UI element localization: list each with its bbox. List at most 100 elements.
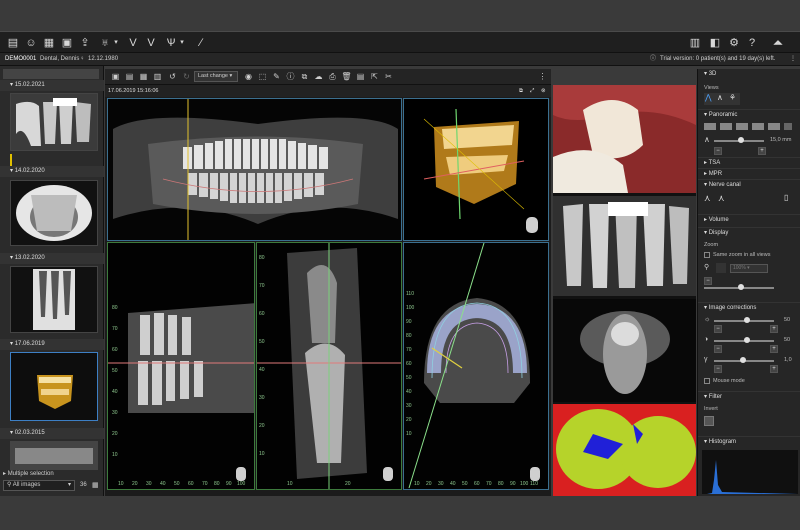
layout-3-icon[interactable]: ▥ xyxy=(152,71,163,82)
section-mpr[interactable]: ▸ MPR xyxy=(698,168,800,178)
export-icon[interactable]: ⇱ xyxy=(369,71,380,82)
grid-view-icon[interactable]: ▦ xyxy=(92,481,99,490)
section-nerve-canal[interactable]: ▾ Nerve canal xyxy=(698,179,800,189)
thumbnail-periapical[interactable] xyxy=(10,266,98,333)
fullscreen-icon[interactable]: ⤢ xyxy=(530,85,534,97)
image-filter-select[interactable]: ⚲ All images ▾ xyxy=(3,480,75,491)
slider-knob[interactable] xyxy=(738,284,744,290)
delete-icon[interactable]: 🗑 xyxy=(341,71,352,82)
zoom-fit-button[interactable] xyxy=(716,263,726,273)
patients-icon[interactable]: ☺ xyxy=(24,36,38,50)
window-icon[interactable]: ⧉ xyxy=(519,85,523,97)
date-header[interactable]: ▾ 14.02.2020 xyxy=(0,166,104,177)
same-zoom-checkbox[interactable] xyxy=(704,252,710,258)
section-display[interactable]: ▾ Display xyxy=(698,227,800,237)
implant-icon[interactable]: V xyxy=(126,36,140,50)
camera-import-icon[interactable]: ▣ xyxy=(60,36,74,50)
nerve-edit-icon[interactable]: ⋏ xyxy=(718,193,725,204)
pan-preset[interactable] xyxy=(736,123,748,130)
annotation-icon[interactable]: ✎ xyxy=(271,71,282,82)
gallery-caries-map[interactable] xyxy=(553,404,696,496)
thumbnail-bitewing[interactable] xyxy=(10,93,98,151)
panoramic-view[interactable] xyxy=(107,98,402,241)
nerve-draw-icon[interactable]: ⋏ xyxy=(704,193,711,204)
pan-preset[interactable] xyxy=(720,123,732,130)
pan-preset[interactable] xyxy=(768,123,780,130)
slider-knob[interactable] xyxy=(740,357,746,363)
help-icon[interactable]: ? xyxy=(745,36,759,50)
close-icon[interactable]: ⊗ xyxy=(541,85,546,97)
redo-icon[interactable]: ↻ xyxy=(181,71,192,82)
section-volume[interactable]: ▸ Volume xyxy=(698,214,800,224)
export-icon[interactable]: ⇪ xyxy=(78,36,92,50)
decrease-button[interactable]: − xyxy=(714,147,722,155)
volume-3d-view[interactable] xyxy=(403,98,549,241)
license-icon[interactable]: ◧ xyxy=(708,36,722,50)
view-mode-icon[interactable]: ⋀ xyxy=(705,93,712,102)
layout-2-icon[interactable]: ▦ xyxy=(138,71,149,82)
cloud-upload-icon[interactable]: ☁ xyxy=(313,71,324,82)
increase-button[interactable]: + xyxy=(770,345,778,353)
undo-icon[interactable]: ↺ xyxy=(167,71,178,82)
thumbnail-3d-volume-selected[interactable] xyxy=(10,352,98,421)
pan-preset[interactable] xyxy=(752,123,764,130)
decrease-button[interactable]: − xyxy=(704,277,712,285)
gallery-photo-tooth[interactable] xyxy=(553,85,696,193)
section-3d[interactable]: ▾ 3D xyxy=(698,69,800,79)
slider-knob[interactable] xyxy=(744,337,750,343)
pan-preset[interactable] xyxy=(704,123,716,130)
increase-button[interactable]: + xyxy=(758,147,766,155)
section-panoramic[interactable]: ▾ Panoramic xyxy=(698,109,800,119)
increase-button[interactable]: + xyxy=(770,325,778,333)
slider-knob[interactable] xyxy=(738,137,744,143)
slider-knob[interactable] xyxy=(744,317,750,323)
decrease-button[interactable]: − xyxy=(714,365,722,373)
date-header[interactable]: ▾ 15.02.2021 xyxy=(0,80,104,91)
report-icon[interactable]: ▤ xyxy=(355,71,366,82)
cross-section-view-1[interactable]: 80 70 60 50 40 30 20 10 10 20 30 40 50 6… xyxy=(107,242,255,490)
info-icon[interactable]: ⓘ xyxy=(285,71,296,82)
invert-button[interactable] xyxy=(704,416,714,426)
cross-section-view-2[interactable]: 80 70 60 50 40 30 20 10 10 20 xyxy=(256,242,402,490)
date-header[interactable]: ▾ 13.02.2020 xyxy=(0,253,104,264)
zoom-select[interactable]: 100% ▾ xyxy=(730,264,768,273)
multiple-selection[interactable]: ▸ Multiple selection xyxy=(3,469,101,479)
settings-icon[interactable]: ⚙ xyxy=(727,36,741,50)
section-tsa[interactable]: ▸ TSA xyxy=(698,157,800,167)
section-image-corrections[interactable]: ▾ Image corrections xyxy=(698,302,800,312)
timeline-scroll-top[interactable] xyxy=(3,69,99,79)
increase-button[interactable]: + xyxy=(770,365,778,373)
patient-file-icon[interactable]: ▤ xyxy=(6,36,20,50)
print-icon[interactable]: ⎙ xyxy=(327,71,338,82)
layout-icon[interactable]: ▣ xyxy=(110,71,121,82)
decrease-button[interactable]: − xyxy=(714,325,722,333)
mouse-mode-checkbox[interactable] xyxy=(704,378,710,384)
user-manual-icon[interactable]: ▥ xyxy=(688,36,702,50)
dropdown-arrow-icon[interactable]: ▾ xyxy=(112,36,120,50)
scalpel-icon[interactable]: ∕ xyxy=(194,36,208,50)
date-header[interactable]: ▾ 02.03.2015 xyxy=(0,428,104,439)
tooth-icon[interactable]: ♅ xyxy=(98,36,112,50)
more-options-icon[interactable]: ⋮ xyxy=(537,71,548,82)
view-mode-icon[interactable]: ∧ xyxy=(717,93,723,102)
thumbnail-occlusal[interactable] xyxy=(10,180,98,246)
nerve-icon[interactable]: V xyxy=(144,36,158,50)
select-icon[interactable]: ⬚ xyxy=(257,71,268,82)
delete-icon[interactable] xyxy=(784,123,792,130)
axial-view[interactable]: 110 100 90 80 70 60 50 40 30 20 10 10 20… xyxy=(403,242,549,490)
image-adjust-icon[interactable]: ▤ xyxy=(124,71,135,82)
thumbnail-panoramic[interactable] xyxy=(10,441,98,470)
crown-icon[interactable]: Ѱ xyxy=(164,36,178,50)
gallery-xray-bitewing[interactable] xyxy=(553,196,696,296)
view-mode-icon[interactable]: ⚘ xyxy=(729,93,736,102)
image-list-icon[interactable]: ▦ xyxy=(42,36,56,50)
dropdown-arrow-icon[interactable]: ▾ xyxy=(178,36,186,50)
date-header[interactable]: ▾ 17.06.2019 xyxy=(0,339,104,350)
compare-icon[interactable]: ⧉ xyxy=(299,71,310,82)
delete-icon[interactable]: ▯ xyxy=(784,193,788,202)
section-filter[interactable]: ▾ Filter xyxy=(698,391,800,401)
gallery-xray-dark[interactable] xyxy=(553,299,696,402)
section-histogram[interactable]: ▾ Histogram xyxy=(698,436,800,446)
history-dropdown[interactable]: Last change ▾ xyxy=(194,71,238,82)
more-icon[interactable]: ⋮ xyxy=(790,53,796,66)
